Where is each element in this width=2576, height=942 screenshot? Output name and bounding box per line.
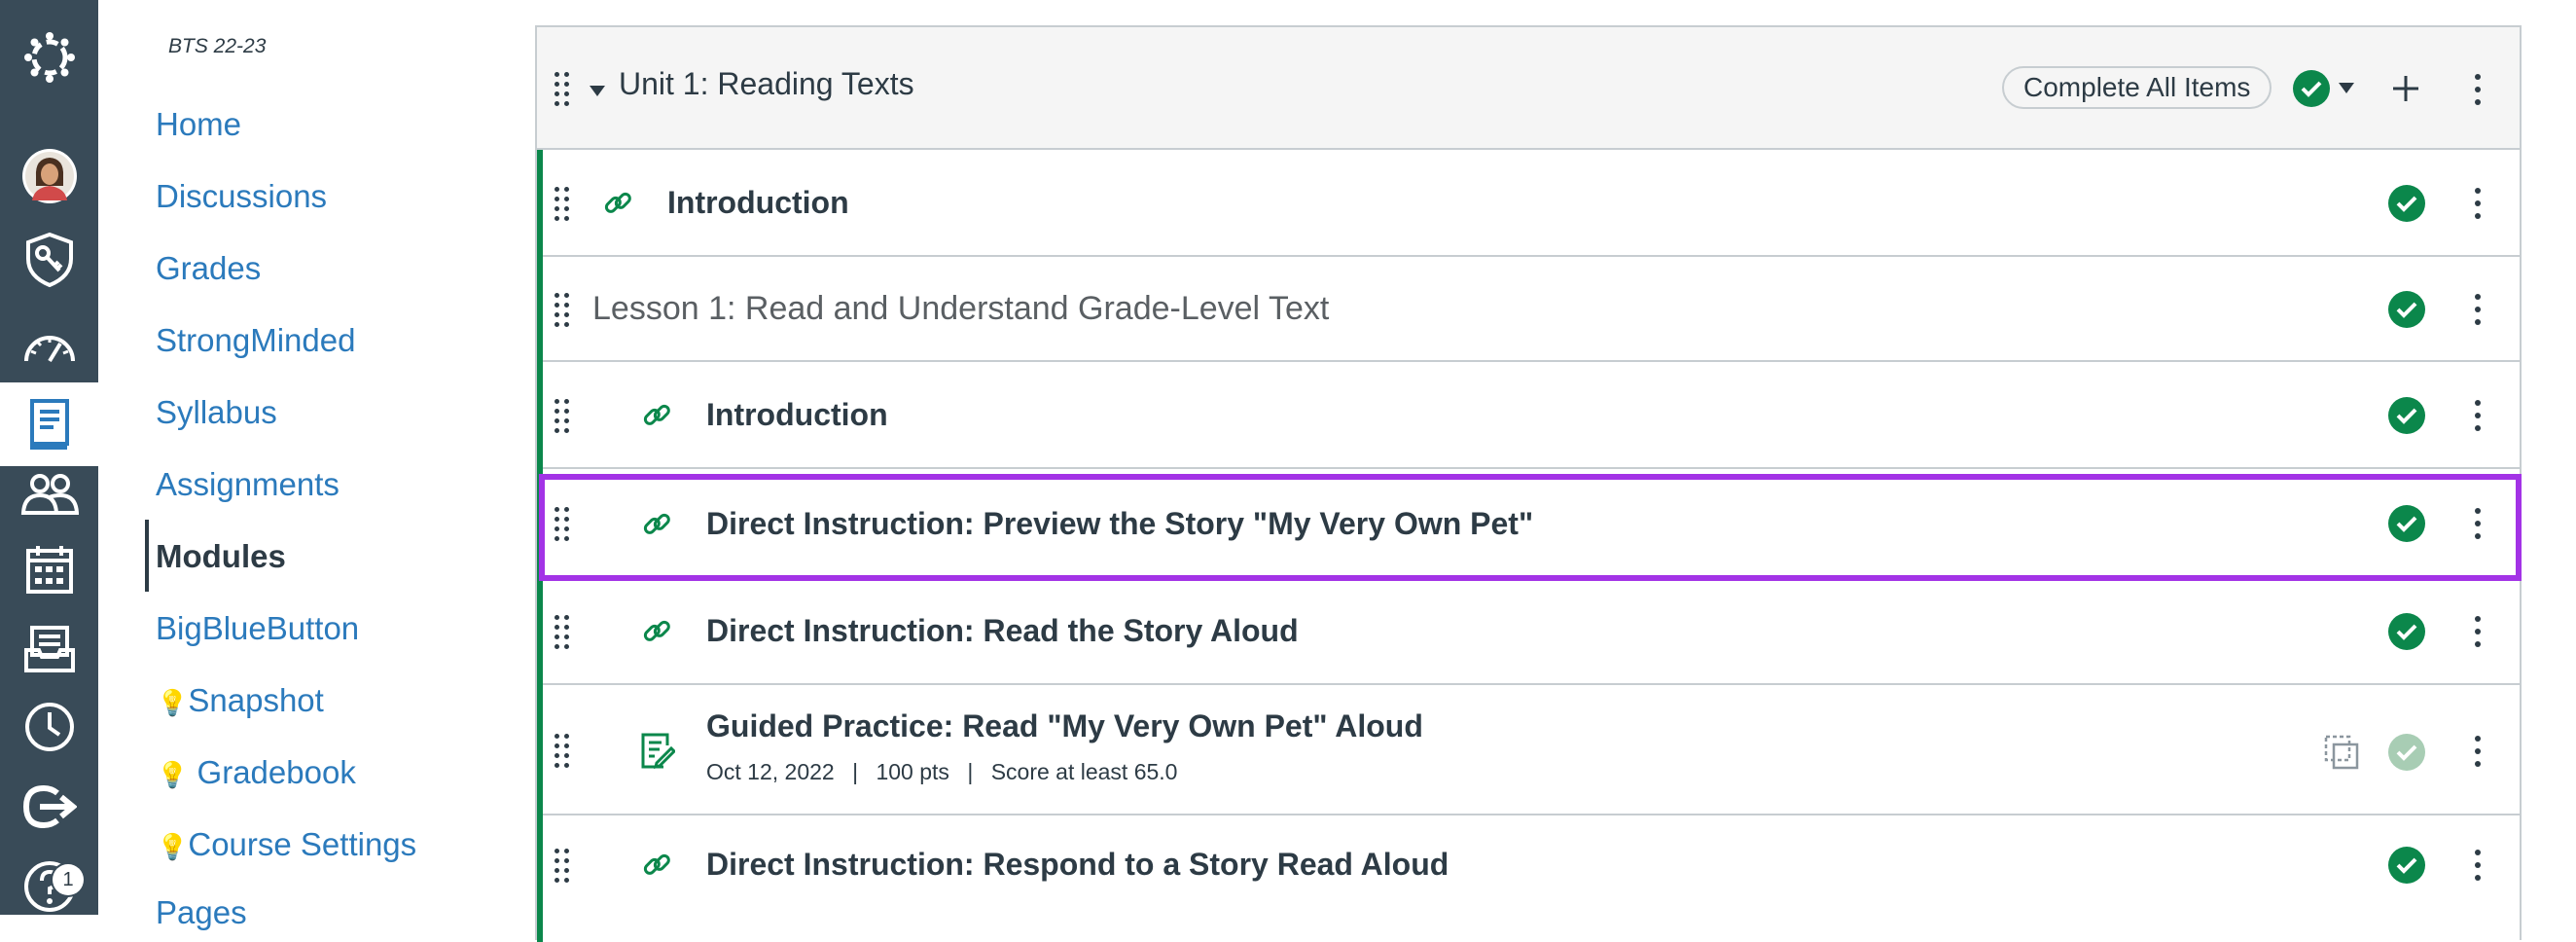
courses-book-icon[interactable] [0,382,98,466]
due-date: Oct 12, 2022 [706,759,835,784]
admin-shield-icon[interactable] [0,224,98,296]
item-options-icon[interactable] [2475,508,2483,539]
account-avatar-icon[interactable] [0,140,98,212]
commons-arrow-icon[interactable] [0,771,98,843]
drag-handle-icon[interactable] [555,293,572,327]
add-item-icon[interactable] [2391,74,2420,103]
drag-handle-icon[interactable] [555,849,572,883]
help-icon[interactable]: 1 [0,851,98,923]
calendar-icon[interactable] [0,533,98,605]
module-title: Unit 1: Reading Texts [619,66,914,101]
course-nav-strongminded[interactable]: StrongMinded [156,321,355,364]
complete-all-items-button[interactable]: Complete All Items [2002,66,2272,109]
published-check-icon[interactable] [2388,613,2425,650]
link-icon [604,192,631,213]
item-options-icon[interactable] [2475,294,2483,325]
module-item-title[interactable]: Direct Instruction: Preview the Story "M… [706,506,1533,542]
lightbulb-icon: 💡 [157,832,189,861]
global-navigation: 1 [0,0,98,915]
course-nav-pages[interactable]: Pages [156,893,247,936]
duplicate-icon[interactable] [2323,734,2360,771]
link-icon [643,404,670,425]
collapse-caret-icon[interactable] [590,86,605,97]
module-container: Unit 1: Reading Texts Complete All Items… [535,25,2522,942]
item-options-icon[interactable] [2475,616,2483,647]
course-code: BTS 22-23 [168,35,267,57]
item-options-icon[interactable] [2475,188,2483,219]
drag-handle-icon[interactable] [555,187,572,221]
course-nav-assignments[interactable]: Assignments [156,465,340,508]
course-nav-grades[interactable]: Grades [156,249,261,292]
module-subheader: Lesson 1: Read and Understand Grade-Leve… [543,257,2520,362]
course-nav-bigbluebutton[interactable]: BigBlueButton [156,609,359,652]
link-icon [643,620,670,641]
published-check-icon[interactable] [2293,70,2330,107]
item-options-icon[interactable] [2475,736,2483,767]
link-icon [643,513,670,534]
requirement: Score at least 65.0 [990,759,1178,784]
points: 100 pts [876,759,949,784]
course-navigation: BTS 22-23 Home Discussions Grades Strong… [98,0,534,930]
published-check-icon[interactable] [2388,505,2425,542]
link-icon [643,853,670,875]
drag-handle-icon[interactable] [555,615,572,649]
course-nav-home[interactable]: Home [156,105,241,148]
publish-menu-caret-icon[interactable] [2339,83,2354,94]
published-check-icon[interactable] [2388,397,2425,434]
drag-handle-icon[interactable] [555,399,572,433]
module-item[interactable]: Direct Instruction: Preview the Story "M… [543,469,2520,578]
published-check-icon[interactable] [2388,185,2425,222]
assignment-icon [641,733,675,770]
course-nav-syllabus[interactable]: Syllabus [156,393,277,436]
module-item-title[interactable]: Introduction [667,185,849,221]
groups-people-icon[interactable] [0,457,98,529]
course-nav-discussions[interactable]: Discussions [156,177,327,220]
published-check-icon[interactable] [2388,291,2425,328]
module-item-title[interactable]: Direct Instruction: Read the Story Aloud [706,613,1299,649]
subheader-title: Lesson 1: Read and Understand Grade-Leve… [592,290,1330,327]
active-indicator [145,520,149,592]
module-item-title[interactable]: Direct Instruction: Respond to a Story R… [706,847,1449,883]
inbox-icon[interactable] [0,613,98,685]
separator: | [967,759,974,784]
module-item[interactable]: Guided Practice: Read "My Very Own Pet" … [543,685,2520,815]
module-options-icon[interactable] [2475,74,2483,105]
canvas-logo-icon[interactable] [0,21,98,93]
published-check-icon-disabled[interactable] [2388,734,2425,771]
published-check-icon[interactable] [2388,847,2425,884]
course-nav-modules[interactable]: Modules [156,537,286,580]
separator: | [852,759,859,784]
item-options-icon[interactable] [2475,850,2483,881]
module-item[interactable]: Direct Instruction: Respond to a Story R… [543,815,2520,923]
help-badge: 1 [53,864,84,895]
drag-handle-icon[interactable] [555,507,572,541]
module-item[interactable]: Introduction [543,150,2520,257]
item-options-icon[interactable] [2475,400,2483,431]
course-nav-course-settings[interactable]: 💡Course Settings [157,825,416,868]
drag-handle-icon[interactable] [555,72,572,106]
module-header: Unit 1: Reading Texts Complete All Items [537,27,2520,150]
module-item[interactable]: Introduction [543,362,2520,469]
module-item[interactable]: Direct Instruction: Read the Story Aloud [543,578,2520,685]
module-item-title[interactable]: Guided Practice: Read "My Very Own Pet" … [706,708,1423,744]
course-nav-gradebook[interactable]: 💡 Gradebook [157,753,356,796]
module-item-title[interactable]: Introduction [706,397,888,433]
course-nav-snapshot[interactable]: 💡Snapshot [157,681,324,724]
dashboard-gauge-icon[interactable] [0,309,98,381]
lightbulb-icon: 💡 [157,688,189,717]
lightbulb-icon: 💡 [157,760,189,789]
item-details: Oct 12, 2022 | 100 pts | Score at least … [706,759,1177,785]
history-clock-icon[interactable] [0,691,98,763]
drag-handle-icon[interactable] [555,734,572,768]
